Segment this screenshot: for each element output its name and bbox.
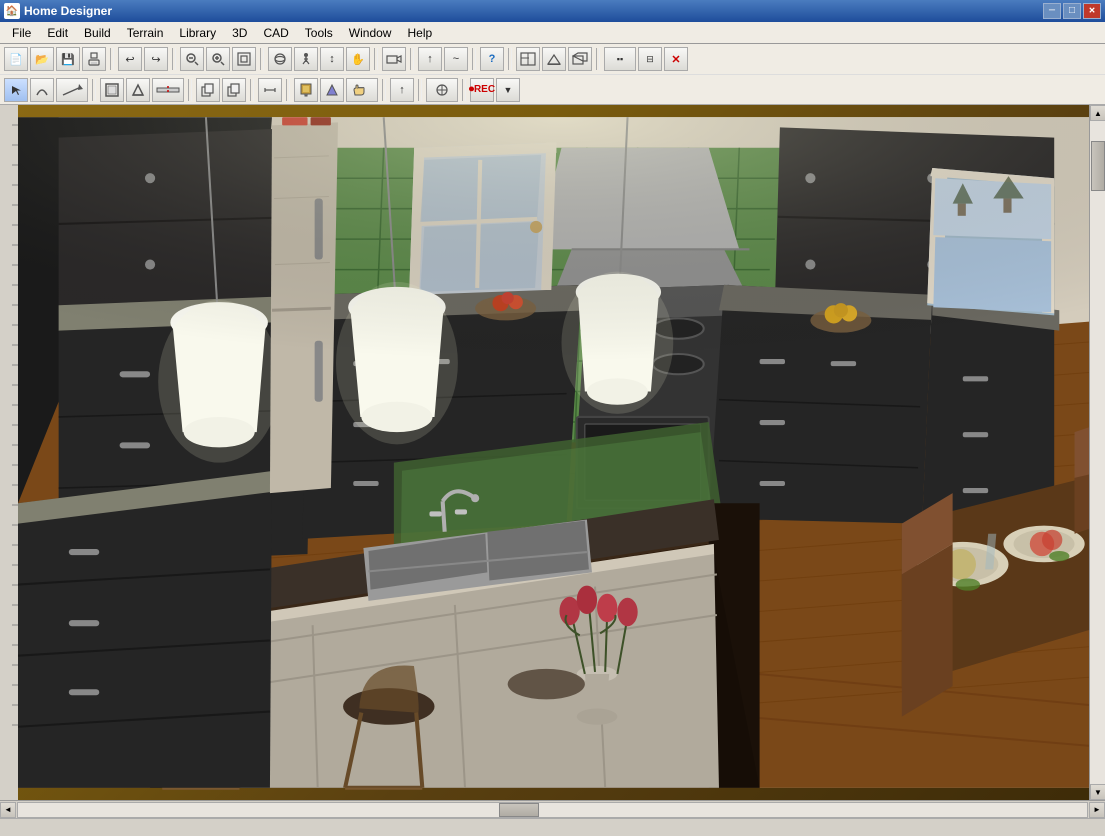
undo-button[interactable]: ↩ bbox=[118, 47, 142, 71]
window-controls-inner[interactable]: ▪▪ bbox=[604, 47, 636, 71]
zoom-fit-button[interactable] bbox=[232, 47, 256, 71]
scroll-down-button[interactable]: ▼ bbox=[1090, 784, 1105, 800]
menu-build[interactable]: Build bbox=[76, 24, 119, 42]
toolbar-sep-8 bbox=[596, 48, 600, 70]
menu-window[interactable]: Window bbox=[341, 24, 400, 42]
save-button[interactable]: 💾 bbox=[56, 47, 80, 71]
delete-tool[interactable] bbox=[222, 78, 246, 102]
toolbar-row-1: 📄 📂 💾 ↩ ↪ ↕ ✋ ↑ ~ bbox=[0, 44, 1105, 74]
status-bar bbox=[0, 818, 1105, 836]
open-button[interactable]: 📂 bbox=[30, 47, 54, 71]
close-inner-button[interactable]: ✕ bbox=[664, 47, 688, 71]
toolbar2-sep-3 bbox=[250, 79, 254, 101]
room-tool[interactable] bbox=[100, 78, 124, 102]
dimension-tool[interactable] bbox=[258, 78, 282, 102]
paint-tool[interactable] bbox=[294, 78, 318, 102]
zoom-out-button[interactable] bbox=[180, 47, 204, 71]
toolbar-sep-5 bbox=[410, 48, 414, 70]
3d-scene bbox=[18, 105, 1105, 800]
title-bar: 🏠 Home Designer ─ □ ✕ bbox=[0, 0, 1105, 22]
vertical-scrollbar[interactable]: ▲ ▼ bbox=[1089, 105, 1105, 800]
app-icon: 🏠 bbox=[4, 3, 20, 19]
toolbar-sep-2 bbox=[172, 48, 176, 70]
new-button[interactable]: 📄 bbox=[4, 47, 28, 71]
redo-button[interactable]: ↪ bbox=[144, 47, 168, 71]
walk-button[interactable] bbox=[294, 47, 318, 71]
help-button[interactable]: ? bbox=[480, 47, 504, 71]
orbit-button[interactable] bbox=[268, 47, 292, 71]
left-ruler bbox=[0, 105, 18, 800]
toolbar2-sep-1 bbox=[92, 79, 96, 101]
scroll-track[interactable] bbox=[1090, 121, 1105, 784]
menu-terrain[interactable]: Terrain bbox=[119, 24, 172, 42]
toolbar-sep-4 bbox=[374, 48, 378, 70]
scroll-left-button[interactable]: ◄ bbox=[0, 802, 16, 818]
toolbar2-sep-6 bbox=[418, 79, 422, 101]
toolbar2-sep-7 bbox=[462, 79, 466, 101]
toolbar-row-2: ↑ ⏺REC ▼ bbox=[0, 74, 1105, 104]
horizontal-scroll-track[interactable] bbox=[17, 802, 1088, 818]
dolly-button[interactable]: ↕ bbox=[320, 47, 344, 71]
toolbar-sep-6 bbox=[472, 48, 476, 70]
roof-tool[interactable] bbox=[126, 78, 150, 102]
menu-library[interactable]: Library bbox=[171, 24, 224, 42]
menu-tools[interactable]: Tools bbox=[297, 24, 341, 42]
up-arrow-button[interactable]: ↑ bbox=[418, 47, 442, 71]
viewport[interactable]: ▲ ▼ bbox=[18, 105, 1105, 800]
menu-cad[interactable]: CAD bbox=[255, 24, 296, 42]
minimize-button[interactable]: ─ bbox=[1043, 3, 1061, 19]
menu-3d[interactable]: 3D bbox=[224, 24, 255, 42]
zoom-in-button[interactable] bbox=[206, 47, 230, 71]
scroll-right-button[interactable]: ► bbox=[1089, 802, 1105, 818]
3d-view-button[interactable] bbox=[568, 47, 592, 71]
menu-file[interactable]: File bbox=[4, 24, 39, 42]
line-tool[interactable] bbox=[56, 78, 88, 102]
record-button[interactable]: ⏺REC bbox=[470, 78, 494, 102]
print-button[interactable] bbox=[82, 47, 106, 71]
menu-bar: File Edit Build Terrain Library 3D CAD T… bbox=[0, 22, 1105, 44]
h-scroll-thumb[interactable] bbox=[499, 803, 539, 817]
menu-edit[interactable]: Edit bbox=[39, 24, 76, 42]
toolbar2-sep-5 bbox=[382, 79, 386, 101]
toolbar2-sep-4 bbox=[286, 79, 290, 101]
toolbar-sep-1 bbox=[110, 48, 114, 70]
select-tool[interactable] bbox=[4, 78, 28, 102]
toolbar2-sep-2 bbox=[188, 79, 192, 101]
main-area: ▲ ▼ bbox=[0, 105, 1105, 800]
record-dropdown[interactable]: ▼ bbox=[496, 78, 520, 102]
menu-help[interactable]: Help bbox=[399, 24, 440, 42]
elevation-button[interactable] bbox=[542, 47, 566, 71]
up-arrow-tool[interactable]: ↑ bbox=[390, 78, 414, 102]
hand-tool[interactable] bbox=[346, 78, 378, 102]
window-controls: ─ □ ✕ bbox=[1043, 3, 1101, 19]
copy-tool[interactable] bbox=[196, 78, 220, 102]
maximize-button[interactable]: □ bbox=[1063, 3, 1081, 19]
tilde-button[interactable]: ~ bbox=[444, 47, 468, 71]
pan-button[interactable]: ✋ bbox=[346, 47, 370, 71]
material-tool[interactable] bbox=[320, 78, 344, 102]
toolbar-container: 📄 📂 💾 ↩ ↪ ↕ ✋ ↑ ~ bbox=[0, 44, 1105, 105]
toolbar-sep-7 bbox=[508, 48, 512, 70]
restore-button[interactable]: ⊟ bbox=[638, 47, 662, 71]
close-button[interactable]: ✕ bbox=[1083, 3, 1101, 19]
crosshair-tool[interactable] bbox=[426, 78, 458, 102]
window-title: Home Designer bbox=[24, 4, 1043, 18]
scroll-thumb[interactable] bbox=[1091, 141, 1105, 191]
camera-view-button[interactable] bbox=[382, 47, 406, 71]
break-tool[interactable] bbox=[152, 78, 184, 102]
bottom-scrollbar-area: ◄ ► bbox=[0, 800, 1105, 818]
toolbar-sep-3 bbox=[260, 48, 264, 70]
scroll-up-button[interactable]: ▲ bbox=[1090, 105, 1105, 121]
floor-plan-button[interactable] bbox=[516, 47, 540, 71]
arc-tool[interactable] bbox=[30, 78, 54, 102]
